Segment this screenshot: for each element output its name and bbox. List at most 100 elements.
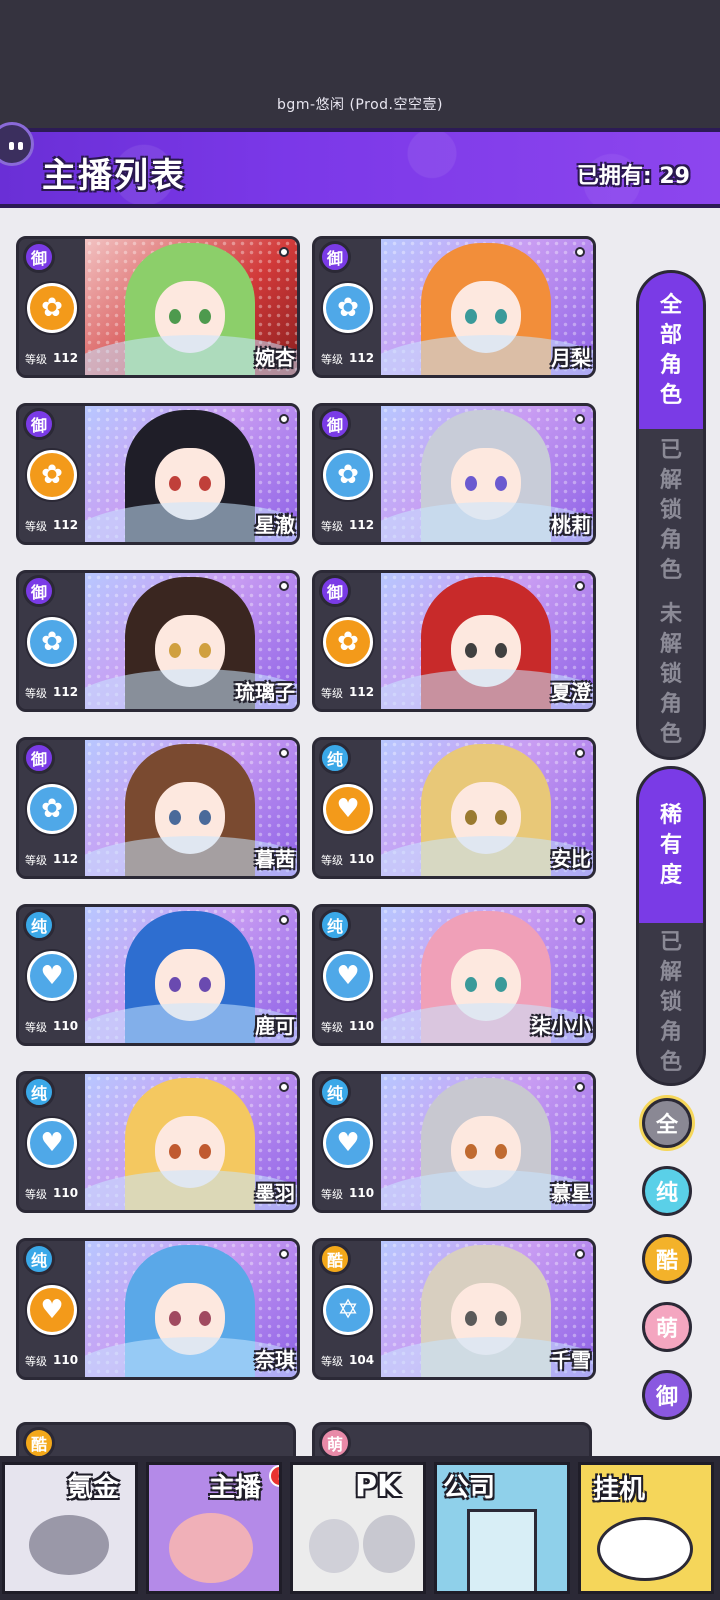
character-face — [155, 281, 225, 353]
character-face — [155, 448, 225, 520]
character-eye — [495, 977, 507, 992]
rarity-filter-pill: 稀有度 已解锁角色 — [636, 766, 706, 1086]
character-name: 桃莉 — [551, 513, 591, 537]
streamer-card[interactable]: 御 ✿ 等级 112 夏澄 — [312, 570, 596, 712]
status-dot — [575, 915, 585, 925]
card-side-panel: 御 ✿ 等级 112 — [19, 573, 85, 709]
character-name: 月梨 — [551, 346, 591, 370]
status-dot — [575, 1082, 585, 1092]
card-side-panel: 酷 ✡ 等级 104 — [315, 1241, 381, 1377]
emblem-inner: ♥ — [30, 954, 74, 998]
page-title: 主播列表 — [42, 156, 186, 196]
streamer-card[interactable]: 御 ✿ 等级 112 琉璃子 — [16, 570, 300, 712]
owned-count: 已拥有: 29 — [576, 164, 690, 189]
level-label: 等级 — [25, 854, 47, 867]
character-eye — [199, 309, 211, 324]
status-dot — [279, 748, 289, 758]
level-label: 等级 — [321, 520, 343, 533]
level-label: 等级 — [321, 1021, 343, 1034]
star-emblem-icon: ✡ — [321, 1283, 375, 1337]
bottom-navigation: 氪金 主播 ! PK 公司 挂机 — [0, 1456, 720, 1600]
streamer-card[interactable]: 纯 ♥ 等级 110 鹿可 — [16, 904, 300, 1046]
type-badge: 萌 — [319, 1427, 351, 1459]
bgm-label: bgm-悠闲 (Prod.空空壹) — [277, 97, 443, 113]
character-eye — [169, 1311, 181, 1326]
streamer-card[interactable]: 纯 ♥ 等级 110 墨羽 — [16, 1071, 300, 1213]
header-bar: 主播列表 已拥有: 29 — [0, 128, 720, 208]
streamer-card[interactable]: 纯 ♥ 等级 110 慕星 — [312, 1071, 596, 1213]
streamer-card[interactable]: 纯 ♥ 等级 110 奈琪 — [16, 1238, 300, 1380]
rose-emblem-icon: ✿ — [25, 615, 79, 669]
card-side-panel: 纯 ♥ 等级 110 — [19, 907, 85, 1043]
filter-rarity[interactable]: 稀有度 — [639, 769, 703, 923]
character-eye — [169, 810, 181, 825]
character-face — [155, 949, 225, 1021]
top-status-area: bgm-悠闲 (Prod.空空壹) — [0, 0, 720, 128]
streamer-card[interactable]: 御 ✿ 等级 112 桃莉 — [312, 403, 596, 545]
streamer-card[interactable]: 纯 ♥ 等级 110 安比 — [312, 737, 596, 879]
filter-all-roles-label: 全部角色 — [659, 293, 682, 408]
status-dot — [279, 1249, 289, 1259]
character-eye — [495, 1311, 507, 1326]
nav-idle-label: 挂机 — [593, 1475, 646, 1505]
nav-pk[interactable]: PK — [290, 1462, 426, 1594]
character-eye — [465, 476, 477, 491]
pig-mascot-icon — [169, 1513, 253, 1583]
emblem-inner: ✿ — [326, 286, 370, 330]
level-value: 112 — [53, 351, 79, 365]
character-face — [451, 1283, 521, 1355]
filter-rarity-unlocked[interactable]: 已解锁角色 — [639, 923, 703, 1083]
card-side-panel: 纯 ♥ 等级 110 — [315, 740, 381, 876]
status-dot — [575, 1249, 585, 1259]
nav-recharge[interactable]: 氪金 — [2, 1462, 138, 1594]
emblem-inner: ✿ — [326, 620, 370, 664]
character-face — [451, 782, 521, 854]
streamer-card[interactable]: 御 ✿ 等级 112 婉杏 — [16, 236, 300, 378]
card-side-panel: 御 ✿ 等级 112 — [315, 573, 381, 709]
pk-fighter-left-icon — [309, 1519, 359, 1573]
rarity-button[interactable]: 酷 — [642, 1234, 692, 1284]
type-badge: 御 — [23, 575, 55, 607]
streamer-card[interactable]: 酷 ✡ 等级 104 千雪 — [312, 1238, 596, 1380]
filter-locked-roles-label: 未解锁角色 — [659, 602, 682, 747]
character-eye — [199, 977, 211, 992]
streamer-card[interactable]: 御 ✿ 等级 112 月梨 — [312, 236, 596, 378]
character-face — [451, 615, 521, 687]
rarity-button[interactable]: 御 — [642, 1370, 692, 1420]
character-eye — [199, 476, 211, 491]
character-eye — [199, 1311, 211, 1326]
rarity-button[interactable]: 纯 — [642, 1166, 692, 1216]
card-side-panel: 御 ✿ 等级 112 — [19, 406, 85, 542]
level-label: 等级 — [25, 1188, 47, 1201]
role-filter-pill: 全部角色 已解锁角色 未解锁角色 — [636, 270, 706, 760]
streamer-card[interactable]: 御 ✿ 等级 112 星澈 — [16, 403, 300, 545]
type-badge: 酷 — [23, 1427, 55, 1459]
status-dot — [279, 247, 289, 257]
filter-all-roles[interactable]: 全部角色 — [639, 273, 703, 429]
filter-rarity-label: 稀有度 — [659, 803, 682, 888]
type-badge: 御 — [23, 241, 55, 273]
emblem-inner: ✡ — [326, 1288, 370, 1332]
nav-company[interactable]: 公司 — [434, 1462, 570, 1594]
character-eye — [199, 810, 211, 825]
nav-idle[interactable]: 挂机 — [578, 1462, 714, 1594]
level-value: 112 — [349, 685, 375, 699]
card-side-panel: 纯 ♥ 等级 110 — [19, 1241, 85, 1377]
filter-locked-roles[interactable]: 未解锁角色 — [639, 593, 703, 757]
level-label: 等级 — [321, 1355, 343, 1368]
character-name: 安比 — [551, 847, 591, 871]
filter-unlocked-roles[interactable]: 已解锁角色 — [639, 429, 703, 593]
streamer-card[interactable]: 纯 ♥ 等级 110 柒小小 — [312, 904, 596, 1046]
level-label: 等级 — [25, 353, 47, 366]
rose-emblem-icon: ✿ — [25, 782, 79, 836]
status-dot — [575, 247, 585, 257]
card-side-panel: 御 ✿ 等级 112 — [19, 239, 85, 375]
nav-streamers[interactable]: 主播 ! — [146, 1462, 282, 1594]
character-eye — [199, 643, 211, 658]
rarity-button[interactable]: 萌 — [642, 1302, 692, 1352]
character-name: 婉杏 — [255, 346, 295, 370]
rarity-button[interactable]: 全 — [642, 1098, 692, 1148]
heart-emblem-icon: ♥ — [25, 949, 79, 1003]
streamer-card[interactable]: 御 ✿ 等级 112 暮茜 — [16, 737, 300, 879]
level-value: 104 — [349, 1353, 375, 1367]
